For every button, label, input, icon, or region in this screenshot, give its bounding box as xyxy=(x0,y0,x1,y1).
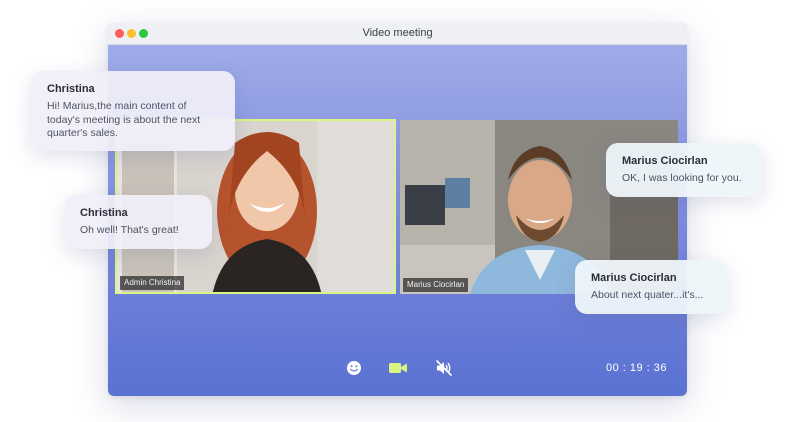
chat-message: Marius Ciocirlan OK, I was looking for y… xyxy=(606,143,762,197)
chat-message: Christina Oh well! That's great! xyxy=(64,195,212,249)
call-timer: 00 : 19 : 36 xyxy=(605,362,667,374)
title-bar: Video meeting xyxy=(108,23,687,45)
smile-icon[interactable] xyxy=(346,360,362,381)
mute-icon[interactable] xyxy=(435,360,453,381)
message-sender: Christina xyxy=(47,83,95,95)
message-sender: Marius Ciocirlan xyxy=(591,272,677,284)
message-text: Hi! Marius,the main content of today's m… xyxy=(47,100,201,139)
chat-message: Marius Ciocirlan About next quater...it'… xyxy=(575,260,728,314)
message-text: About next quater...it's... xyxy=(591,289,704,301)
message-sender: Christina xyxy=(80,207,128,219)
message-text: OK, I was looking for you. xyxy=(622,172,742,184)
video-camera-icon[interactable] xyxy=(388,360,408,381)
participant-name-tag: Marius Ciocirlan xyxy=(403,278,469,292)
message-text: Oh well! That's great! xyxy=(80,224,179,236)
chat-message: Christina Hi! Marius,the main content of… xyxy=(31,71,235,151)
message-sender: Marius Ciocirlan xyxy=(622,155,708,167)
participant-name-tag: Admin Christina xyxy=(120,276,185,290)
window-title: Video meeting xyxy=(362,27,433,39)
